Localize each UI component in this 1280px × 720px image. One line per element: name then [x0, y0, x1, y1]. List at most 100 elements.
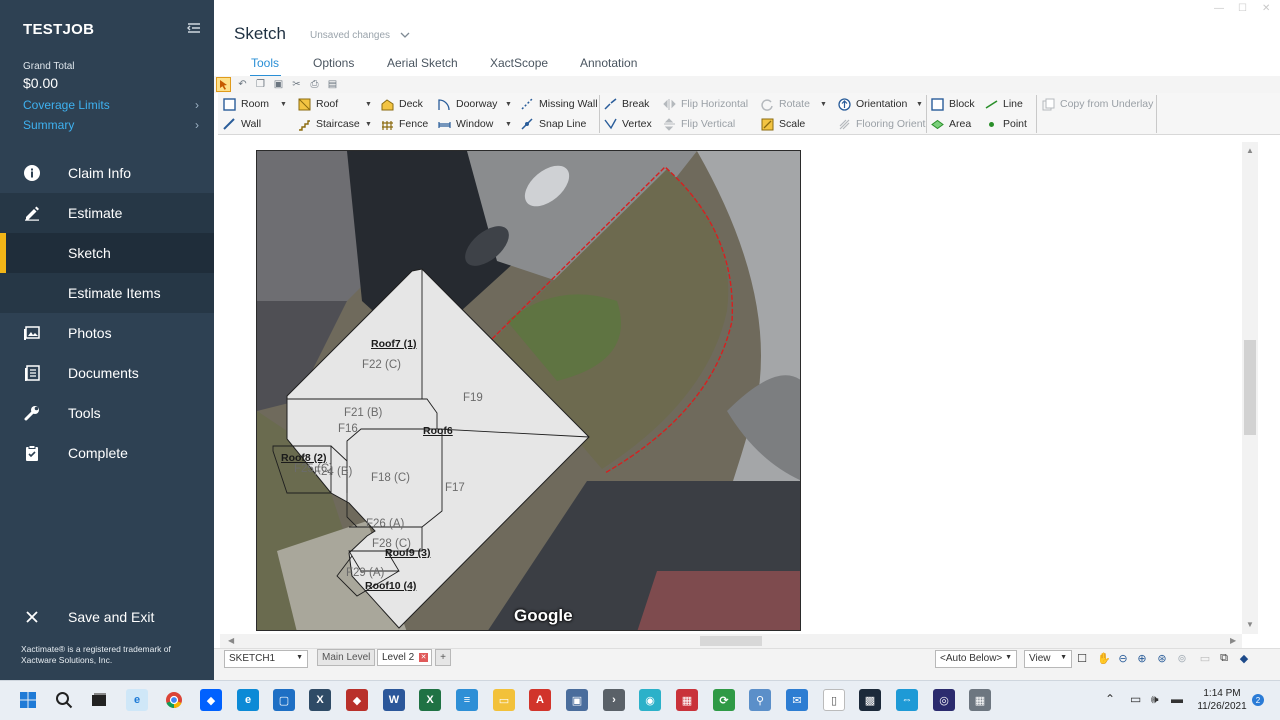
nav-photos[interactable]: Photos	[0, 313, 214, 353]
sketch-select[interactable]: SKETCH1 ▼	[224, 650, 308, 668]
terminal-icon[interactable]: ›	[603, 689, 625, 711]
point-tool[interactable]: Point	[984, 116, 1027, 132]
search-app-icon[interactable]: ⚲	[749, 689, 771, 711]
flooring-orient-tool[interactable]: Flooring Orient	[837, 116, 925, 132]
select-box-icon[interactable]: ☐	[1075, 651, 1089, 665]
tab-tools[interactable]: Tools	[251, 56, 279, 70]
view-select[interactable]: View ▼	[1024, 650, 1072, 668]
roof6-label[interactable]: Roof6	[423, 425, 453, 437]
notification-badge[interactable]: 2	[1252, 694, 1264, 706]
scroll-left-icon[interactable]: ◀	[228, 636, 234, 645]
roof7-label[interactable]: Roof7 (1)	[371, 338, 417, 350]
undo-icon[interactable]: ↶	[235, 77, 250, 92]
window-tool[interactable]: Window ▼	[437, 116, 512, 132]
dark-app-icon[interactable]: ▩	[859, 689, 881, 711]
calculator-icon[interactable]: ▦	[969, 689, 991, 711]
acrobat-icon[interactable]: A	[529, 689, 551, 711]
fence-tool[interactable]: Fence	[380, 116, 428, 132]
zoom-selection-icon[interactable]: ⊚	[1175, 651, 1189, 665]
vertical-scroll-thumb[interactable]	[1244, 340, 1256, 435]
nav-documents[interactable]: Documents	[0, 353, 214, 393]
zoom-in-icon[interactable]: ⊕	[1135, 651, 1149, 665]
f18-label[interactable]: F18 (C)	[371, 472, 410, 484]
save-app-icon[interactable]: ▣	[566, 689, 588, 711]
tab-annotation[interactable]: Annotation	[580, 56, 637, 70]
staircase-tool[interactable]: Staircase ▼	[297, 116, 372, 132]
windows-start-icon[interactable]	[17, 689, 39, 711]
search-icon[interactable]	[53, 689, 75, 711]
f19-label[interactable]: F19	[463, 392, 483, 404]
f26-label[interactable]: F26 (A)	[366, 518, 404, 530]
wifi-app-icon[interactable]: ◉	[639, 689, 661, 711]
level-tab-level2[interactable]: Level 2 ✕	[377, 649, 432, 666]
excel-icon[interactable]: X	[419, 689, 441, 711]
notes-icon[interactable]: ≡	[456, 689, 478, 711]
sync-app-icon[interactable]: ⟳	[713, 689, 735, 711]
coverage-limits-link[interactable]: Coverage Limits ›	[23, 98, 203, 112]
webex-icon[interactable]: ◎	[933, 689, 955, 711]
snap-line-tool[interactable]: Snap Line	[520, 116, 586, 132]
select-pointer-icon[interactable]	[216, 77, 231, 92]
copy-icon[interactable]: ❐	[253, 77, 268, 92]
f22-label[interactable]: F22 (C)	[362, 359, 401, 371]
collapse-menu-icon[interactable]	[186, 20, 202, 36]
rotate-tool[interactable]: Rotate ▼	[760, 96, 827, 112]
file-explorer-icon[interactable]: ▭	[493, 689, 515, 711]
edge-icon[interactable]: e	[237, 689, 259, 711]
copy-from-underlay-tool[interactable]: Copy from Underlay	[1041, 96, 1153, 112]
teamviewer-icon[interactable]: ⇔	[896, 689, 918, 711]
roof9-label[interactable]: Roof9 (3)	[385, 547, 431, 559]
chrome-icon[interactable]	[163, 689, 185, 711]
taskbar-clock[interactable]: 1:14 PM 11/26/2021	[1194, 687, 1250, 713]
scroll-right-icon[interactable]: ▶	[1230, 636, 1236, 645]
scroll-down-icon[interactable]: ▼	[1246, 620, 1254, 629]
f21-label[interactable]: F21 (B)	[344, 407, 382, 419]
app-cube-icon[interactable]: ◆	[346, 689, 368, 711]
close-tab-icon[interactable]: ✕	[419, 653, 428, 662]
maximize-icon[interactable]: ☐	[1238, 3, 1247, 14]
save-and-exit-button[interactable]: Save and Exit	[0, 597, 214, 637]
f17-label[interactable]: F17	[445, 482, 465, 494]
line-tool[interactable]: Line	[984, 96, 1023, 112]
word-icon[interactable]: W	[383, 689, 405, 711]
3d-view-icon[interactable]: ◆	[1237, 651, 1251, 665]
flip-vertical-tool[interactable]: Flip Vertical	[662, 116, 735, 132]
horizontal-scroll-thumb[interactable]	[700, 636, 762, 646]
scroll-up-icon[interactable]: ▲	[1246, 146, 1254, 155]
windows-app-icon[interactable]: ▢	[273, 689, 295, 711]
doorway-tool[interactable]: Doorway ▼	[437, 96, 512, 112]
orientation-tool[interactable]: Orientation ▼	[837, 96, 923, 112]
area-tool[interactable]: Area	[930, 116, 971, 132]
level-tab-main[interactable]: Main Level	[317, 649, 376, 666]
minimize-icon[interactable]: —	[1214, 3, 1224, 14]
export-page-icon[interactable]: ⧉	[1217, 651, 1231, 665]
f16-label[interactable]: F16	[338, 423, 358, 435]
zoom-out-icon[interactable]: ⊖	[1116, 651, 1130, 665]
tab-aerial-sketch[interactable]: Aerial Sketch	[387, 56, 458, 70]
print-icon[interactable]: ⎙	[307, 77, 322, 92]
wall-tool[interactable]: Wall	[222, 116, 261, 132]
nav-complete[interactable]: Complete	[0, 433, 214, 473]
tab-options[interactable]: Options	[313, 56, 354, 70]
blank-doc-icon[interactable]: ▯	[823, 689, 845, 711]
room-tool[interactable]: Room ▼	[222, 96, 287, 112]
nav-tools[interactable]: Tools	[0, 393, 214, 433]
nav-estimate-items[interactable]: Estimate Items	[0, 273, 214, 313]
roof10-label[interactable]: Roof10 (4)	[365, 580, 416, 592]
nav-estimate[interactable]: Estimate	[0, 193, 214, 233]
zoom-fit-icon[interactable]: ⊛	[1155, 651, 1169, 665]
roof-tool[interactable]: Roof ▼	[297, 96, 372, 112]
calendar-app-icon[interactable]: ▦	[676, 689, 698, 711]
cut-icon[interactable]: ✂	[289, 77, 304, 92]
xactimate-icon[interactable]: X	[309, 689, 331, 711]
page-icon[interactable]: ▭	[1198, 651, 1212, 665]
flip-horizontal-tool[interactable]: Flip Horizontal	[662, 96, 748, 112]
paste-icon[interactable]: ▣	[271, 77, 286, 92]
tray-chevron-up-icon[interactable]: ⌃	[1105, 692, 1115, 706]
chevron-down-icon[interactable]	[399, 28, 411, 40]
f29-label[interactable]: F29 (A)	[346, 567, 384, 579]
scale-tool[interactable]: Scale	[760, 116, 805, 132]
block-tool[interactable]: Block	[930, 96, 975, 112]
edge-legacy-icon[interactable]: e	[126, 689, 148, 711]
volume-icon[interactable]: 🕪	[1151, 692, 1159, 707]
